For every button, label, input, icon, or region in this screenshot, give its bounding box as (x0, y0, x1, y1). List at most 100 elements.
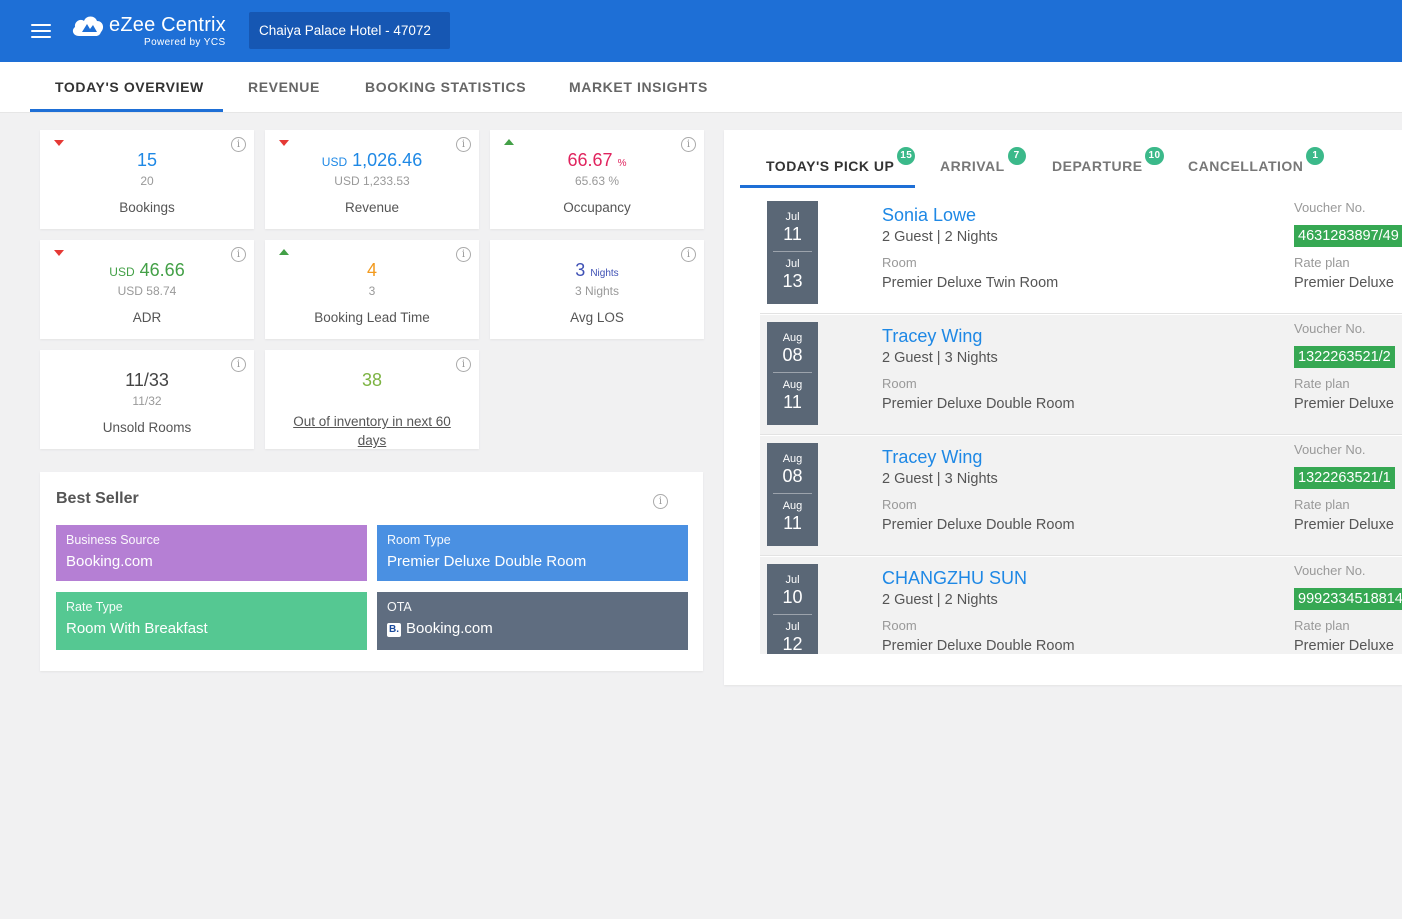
trend-up-icon (504, 139, 514, 145)
tab-revenue[interactable]: REVENUE (248, 79, 320, 95)
booking-row[interactable]: Jul 10 Jul 12 CHANGZHU SUN 2 Guest | 2 N… (760, 557, 1402, 654)
tab-todays-overview[interactable]: TODAY'S OVERVIEW (55, 79, 204, 95)
voucher-number: 9992334518814 (1294, 588, 1402, 610)
tab-market-insights[interactable]: MARKET INSIGHTS (569, 79, 708, 95)
checkin-month: Aug (782, 332, 803, 344)
tile-value: B. Booking.com (387, 620, 678, 637)
checkout-day: 13 (782, 271, 803, 291)
best-room-type-tile[interactable]: Room Type Premier Deluxe Double Room (377, 525, 688, 581)
info-icon[interactable]: i (653, 494, 668, 509)
checkin-day: 11 (783, 224, 802, 244)
count-badge: 7 (1007, 147, 1026, 165)
checkout-day: 11 (783, 392, 802, 412)
rate-plan-label: Rate plan (1294, 255, 1350, 270)
tile-value: Premier Deluxe Double Room (387, 553, 587, 570)
room-value: Premier Deluxe Twin Room (882, 275, 1059, 291)
app-name: eZee Centrix (109, 14, 226, 36)
main-tabs: TODAY'S OVERVIEW REVENUE BOOKING STATIST… (0, 62, 1402, 113)
room-value: Premier Deluxe Double Room (882, 638, 1075, 654)
guest-name[interactable]: Sonia Lowe (882, 205, 976, 226)
checkout-month: Aug (782, 500, 803, 512)
tile-label: OTA (387, 600, 412, 614)
currency-code: USD (109, 265, 135, 279)
trend-down-icon (54, 250, 64, 256)
kpi-revenue-card: i USD 1,026.46 USD 1,233.53 Revenue (265, 130, 479, 229)
tab-departure[interactable]: DEPARTURE 10 (1052, 147, 1164, 174)
stay-dates: Aug 08 Aug 11 (767, 322, 818, 425)
checkin-month: Jul (785, 211, 800, 223)
kpi-amount: 3 (575, 260, 586, 280)
booking-row[interactable]: Aug 08 Aug 11 Tracey Wing 2 Guest | 3 Ni… (760, 315, 1402, 435)
best-business-source-tile[interactable]: Business Source Booking.com (56, 525, 367, 581)
guest-name[interactable]: Tracey Wing (882, 326, 982, 347)
guest-name[interactable]: CHANGZHU SUN (882, 568, 1027, 589)
kpi-out-of-inventory-card: i 38 Out of inventory in next 60 days (265, 350, 479, 449)
tab-label: ARRIVAL (940, 158, 1005, 174)
ota-name: Booking.com (406, 620, 493, 637)
tab-cancellation[interactable]: CANCELLATION 1 (1188, 147, 1325, 174)
count-badge: 15 (897, 147, 916, 165)
kpi-value: USD 46.66 (40, 260, 254, 281)
kpi-label: Avg LOS (570, 310, 624, 325)
out-of-inventory-link[interactable]: Out of inventory in next 60 days (285, 412, 459, 450)
kpi-label: Occupancy (563, 200, 631, 215)
tab-todays-pick-up[interactable]: TODAY'S PICK UP 15 (766, 147, 916, 174)
tab-label: CANCELLATION (1188, 158, 1304, 174)
voucher-label: Voucher No. (1294, 563, 1366, 578)
top-bar: eZee Centrix Powered by YCS Chaiya Palac… (0, 0, 1402, 62)
room-label: Room (882, 255, 917, 270)
guest-info: 2 Guest | 2 Nights (882, 229, 998, 245)
kpi-previous: USD 58.74 (117, 284, 177, 298)
room-value: Premier Deluxe Double Room (882, 396, 1075, 412)
kpi-label: Revenue (344, 200, 400, 215)
tab-booking-statistics[interactable]: BOOKING STATISTICS (365, 79, 526, 95)
booking-list: Jul 11 Jul 13 Sonia Lowe 2 Guest | 2 Nig… (760, 194, 1402, 654)
kpi-value: 3 Nights (490, 260, 704, 281)
checkin-month: Aug (782, 453, 803, 465)
active-tab-indicator (740, 185, 915, 188)
rate-plan-label: Rate plan (1294, 618, 1350, 633)
hotel-selector[interactable]: Chaiya Palace Hotel - 47072 (249, 12, 450, 49)
tile-label: Business Source (66, 533, 160, 547)
kpi-amount: 46.66 (139, 260, 185, 280)
voucher-number: 1322263521/2 (1294, 346, 1395, 368)
stay-dates: Jul 10 Jul 12 (767, 564, 818, 654)
guest-info: 2 Guest | 3 Nights (882, 350, 998, 366)
kpi-unit: Nights (590, 268, 619, 279)
voucher-label: Voucher No. (1294, 200, 1366, 215)
stay-dates: Aug 08 Aug 11 (767, 443, 818, 546)
kpi-value: 66.67 % (490, 150, 704, 171)
kpi-previous: 3 Nights (574, 284, 620, 298)
best-ota-tile[interactable]: OTA B. Booking.com (377, 592, 688, 650)
kpi-amount: 1,026.46 (352, 150, 423, 170)
currency-code: USD (321, 155, 348, 169)
booking-row[interactable]: Aug 08 Aug 11 Tracey Wing 2 Guest | 3 Ni… (760, 436, 1402, 556)
kpi-amount: 66.67 (567, 150, 613, 170)
best-rate-type-tile[interactable]: Rate Type Room With Breakfast (56, 592, 367, 650)
kpi-label: Bookings (119, 200, 175, 215)
kpi-avg-los-card: i 3 Nights 3 Nights Avg LOS (490, 240, 704, 339)
kpi-occupancy-card: i 66.67 % 65.63 % Occupancy (490, 130, 704, 229)
rate-plan-value: Premier Deluxe (1294, 275, 1394, 291)
checkin-day: 08 (782, 345, 803, 365)
kpi-value: 15 (136, 150, 158, 170)
tab-arrival[interactable]: ARRIVAL 7 (940, 147, 1026, 174)
voucher-label: Voucher No. (1294, 442, 1366, 457)
guest-name[interactable]: Tracey Wing (882, 447, 982, 468)
rate-plan-value: Premier Deluxe (1294, 517, 1394, 533)
kpi-previous: 20 (140, 174, 154, 188)
tile-value: Room With Breakfast (66, 620, 208, 637)
kpi-value: 11/33 (125, 370, 169, 390)
room-label: Room (882, 376, 917, 391)
trend-down-icon (279, 140, 289, 146)
kpi-value: 38 (361, 370, 383, 390)
kpi-adr-card: i USD 46.66 USD 58.74 ADR (40, 240, 254, 339)
checkout-day: 11 (783, 513, 802, 533)
date-divider (773, 251, 812, 252)
menu-icon[interactable] (31, 24, 51, 38)
kpi-label: ADR (132, 310, 162, 325)
booking-row[interactable]: Jul 11 Jul 13 Sonia Lowe 2 Guest | 2 Nig… (760, 194, 1402, 314)
best-seller-title: Best Seller (56, 490, 139, 507)
rate-plan-label: Rate plan (1294, 376, 1350, 391)
kpi-value: 4 (366, 260, 377, 280)
